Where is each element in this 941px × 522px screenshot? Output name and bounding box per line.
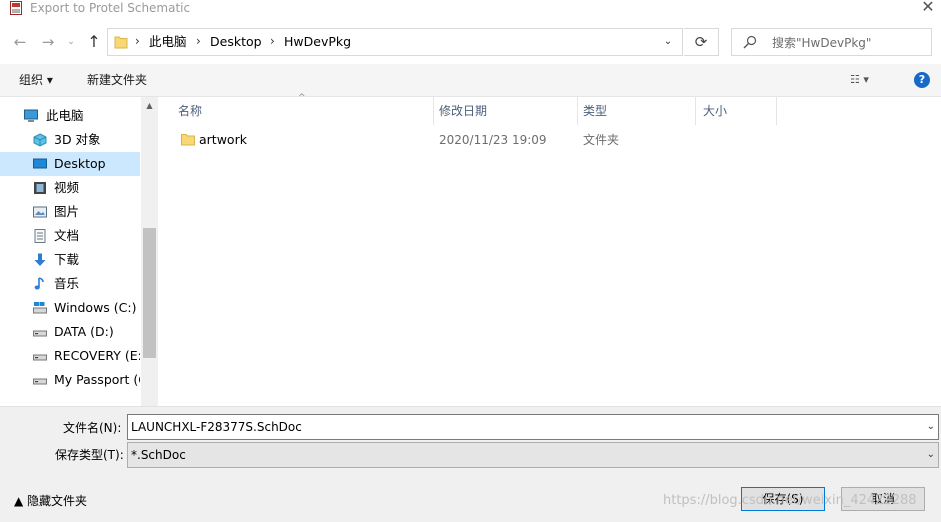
breadcrumb-separator[interactable]: › bbox=[135, 34, 140, 48]
sidebar-item-music[interactable]: 音乐 bbox=[0, 272, 140, 296]
filename-field[interactable]: LAUNCHXL-F28377S.SchDoc ⌄ bbox=[127, 414, 939, 440]
sidebar-item-label: DATA (D:) bbox=[54, 325, 114, 339]
sort-ascending-icon: ^ bbox=[298, 93, 306, 103]
video-icon bbox=[34, 182, 46, 194]
navigation-pane: 此电脑 3D 对象 Desktop 视频 图片 文档 下载 音乐 Windows… bbox=[0, 97, 158, 406]
chevron-down-icon[interactable]: ⌄ bbox=[927, 420, 935, 434]
sidebar-item-label: 下载 bbox=[54, 253, 80, 267]
sidebar-item-desktop[interactable]: Desktop bbox=[0, 152, 140, 176]
column-divider[interactable] bbox=[577, 97, 578, 125]
title-bar: Export to Protel Schematic ✕ bbox=[0, 0, 941, 22]
sidebar-item-label: Desktop bbox=[54, 157, 106, 171]
sidebar-item-label: My Passport (G bbox=[54, 373, 140, 387]
toolbar: 组织 ▾ 新建文件夹 ☷ ▾ ? bbox=[0, 64, 941, 97]
breadcrumb-separator[interactable]: › bbox=[270, 34, 275, 48]
sidebar-item-downloads[interactable]: 下载 bbox=[0, 248, 140, 272]
app-icon bbox=[10, 1, 22, 15]
file-name: artwork bbox=[199, 132, 247, 147]
column-header-modified[interactable]: 修改日期 bbox=[439, 104, 487, 118]
column-header-type[interactable]: 类型 bbox=[583, 104, 607, 118]
sidebar-item-pictures[interactable]: 图片 bbox=[0, 200, 140, 224]
drive-icon bbox=[33, 354, 47, 361]
download-icon bbox=[34, 253, 46, 266]
sidebar-item-label: Windows (C:) bbox=[54, 301, 137, 315]
filetype-value: *.SchDoc bbox=[131, 448, 186, 462]
sidebar-item-documents[interactable]: 文档 bbox=[0, 224, 140, 248]
chevron-down-icon[interactable]: ⌄ bbox=[927, 448, 935, 462]
column-divider[interactable] bbox=[776, 97, 777, 125]
new-folder-button[interactable]: 新建文件夹 bbox=[87, 73, 147, 87]
computer-icon bbox=[24, 109, 38, 122]
music-icon bbox=[34, 277, 44, 290]
recent-locations-button[interactable]: ⌄ bbox=[64, 32, 78, 52]
breadcrumb-this-pc[interactable]: 此电脑 bbox=[149, 35, 187, 49]
sidebar-item-data-d[interactable]: DATA (D:) bbox=[0, 320, 140, 344]
document-icon bbox=[34, 229, 46, 243]
search-icon bbox=[743, 35, 757, 49]
watermark-text: https://blog.csdn.net/weixin_42422288 bbox=[663, 493, 917, 508]
sidebar-item-windows-c[interactable]: Windows (C:) bbox=[0, 296, 140, 320]
sidebar-item-3d-objects[interactable]: 3D 对象 bbox=[0, 128, 140, 152]
desktop-icon bbox=[33, 158, 47, 169]
filetype-select[interactable]: *.SchDoc ⌄ bbox=[127, 442, 939, 468]
sidebar-item-label: 音乐 bbox=[54, 277, 80, 291]
column-divider[interactable] bbox=[695, 97, 696, 125]
sidebar-item-label: RECOVERY (E:) bbox=[54, 349, 140, 363]
drive-icon bbox=[33, 378, 47, 385]
address-bar[interactable]: 此电脑 › › Desktop › HwDevPkg ⌄ bbox=[107, 28, 683, 56]
file-row[interactable]: artwork 2020/11/23 19:09 文件夹 bbox=[178, 130, 778, 150]
breadcrumb-desktop[interactable]: Desktop bbox=[210, 35, 262, 49]
organize-button[interactable]: 组织 ▾ bbox=[19, 73, 53, 87]
search-placeholder: 搜索"HwDevPkg" bbox=[772, 36, 872, 50]
sidebar-item-label: 3D 对象 bbox=[54, 133, 101, 147]
sidebar-item-my-passport-g[interactable]: My Passport (G bbox=[0, 368, 140, 392]
view-options-button[interactable]: ☷ ▾ bbox=[850, 71, 890, 89]
up-button[interactable]: ↑ bbox=[84, 32, 104, 52]
save-form: 文件名(N): LAUNCHXL-F28377S.SchDoc ⌄ 保存类型(T… bbox=[0, 406, 941, 522]
sidebar-item-label: 文档 bbox=[54, 229, 80, 243]
sidebar-item-this-pc[interactable]: 此电脑 bbox=[0, 104, 140, 128]
drive-icon bbox=[33, 302, 47, 314]
column-header-size[interactable]: 大小 bbox=[703, 104, 727, 118]
file-list: ^ 名称 修改日期 类型 大小 artwork 2020/11/23 19:09… bbox=[158, 93, 941, 406]
folder-icon bbox=[181, 134, 195, 146]
sidebar-item-label: 图片 bbox=[54, 205, 80, 219]
sidebar-item-videos[interactable]: 视频 bbox=[0, 176, 140, 200]
chevron-down-icon[interactable]: ⌄ bbox=[661, 33, 675, 51]
drive-icon bbox=[33, 330, 47, 337]
refresh-button[interactable]: ⟳ bbox=[684, 28, 719, 56]
sidebar-scrollbar[interactable]: ▲ bbox=[141, 97, 158, 406]
filetype-label: 保存类型(T): bbox=[55, 448, 124, 462]
column-header-name[interactable]: 名称 bbox=[178, 104, 202, 118]
search-input[interactable]: 搜索"HwDevPkg" bbox=[731, 28, 932, 56]
breadcrumb-hwdevpkg[interactable]: HwDevPkg bbox=[284, 35, 351, 49]
file-type: 文件夹 bbox=[583, 133, 620, 147]
sidebar-item-label: 此电脑 bbox=[46, 109, 84, 123]
picture-icon bbox=[33, 206, 47, 218]
filename-value: LAUNCHXL-F28377S.SchDoc bbox=[131, 420, 302, 434]
filename-label: 文件名(N): bbox=[63, 421, 122, 435]
help-icon[interactable]: ? bbox=[914, 72, 930, 88]
close-button[interactable]: ✕ bbox=[918, 0, 938, 16]
forward-button[interactable]: → bbox=[38, 32, 58, 52]
sidebar-item-label: 视频 bbox=[54, 181, 80, 195]
scroll-up-icon[interactable]: ▲ bbox=[141, 97, 158, 114]
sidebar-item-recovery-e[interactable]: RECOVERY (E:) bbox=[0, 344, 140, 368]
back-button[interactable]: ← bbox=[10, 32, 30, 52]
3d-objects-icon bbox=[33, 133, 47, 147]
file-modified: 2020/11/23 19:09 bbox=[439, 133, 547, 147]
folder-icon bbox=[114, 36, 128, 49]
column-divider[interactable] bbox=[433, 97, 434, 125]
scrollbar-thumb[interactable] bbox=[143, 228, 156, 358]
breadcrumb-separator[interactable]: › bbox=[196, 34, 201, 48]
hide-folders-button[interactable]: ▲ 隐藏文件夹 bbox=[14, 494, 87, 508]
window-title: Export to Protel Schematic bbox=[30, 1, 191, 15]
